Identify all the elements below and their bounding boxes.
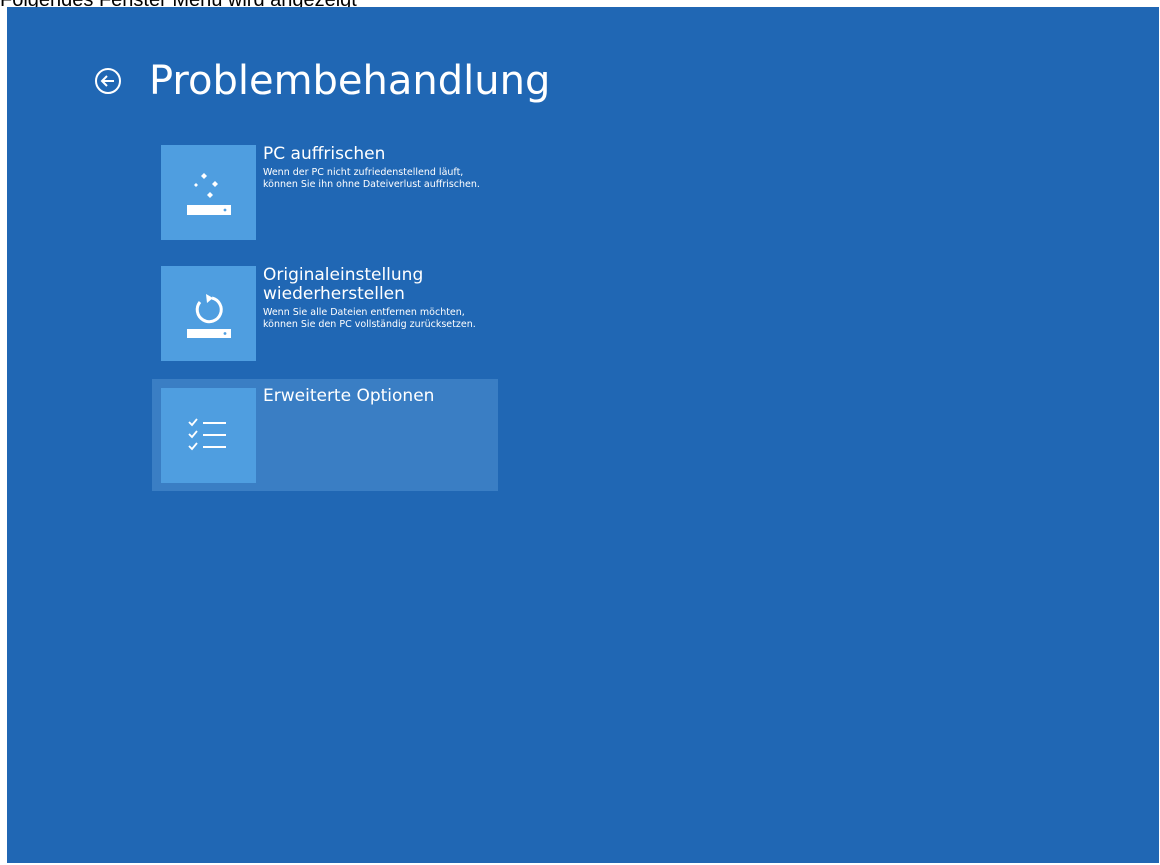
option-reset-pc[interactable]: Originaleinstellung wiederherstellen Wen…	[152, 261, 498, 366]
back-arrow-circle-icon	[95, 68, 121, 94]
option-text: Originaleinstellung wiederherstellen Wen…	[263, 266, 493, 331]
option-text: Erweiterte Optionen	[263, 387, 493, 406]
option-tile	[161, 266, 256, 361]
reset-pc-circular-arrow-icon	[186, 293, 231, 338]
option-tile	[161, 145, 256, 240]
option-tile	[161, 388, 256, 483]
refresh-pc-sparkle-icon	[186, 172, 231, 215]
option-description: Wenn Sie alle Dateien entfernen möchten,…	[263, 307, 476, 330]
header: Problembehandlung	[91, 51, 550, 111]
option-title: Erweiterte Optionen	[263, 386, 435, 406]
back-button[interactable]	[91, 64, 125, 98]
checklist-icon	[187, 417, 226, 450]
troubleshoot-screen: Problembehandlung PC auffrischen Wenn de…	[7, 7, 1159, 863]
option-advanced-options[interactable]: Erweiterte Optionen	[152, 379, 498, 491]
option-title: PC auffrischen	[263, 144, 386, 164]
option-description: Wenn der PC nicht zufriedenstellend läuf…	[263, 167, 480, 190]
option-title: Originaleinstellung wiederherstellen	[263, 265, 424, 304]
option-pc-refresh[interactable]: PC auffrischen Wenn der PC nicht zufried…	[152, 140, 498, 245]
option-text: PC auffrischen Wenn der PC nicht zufried…	[263, 145, 493, 191]
page-title: Problembehandlung	[149, 58, 551, 104]
